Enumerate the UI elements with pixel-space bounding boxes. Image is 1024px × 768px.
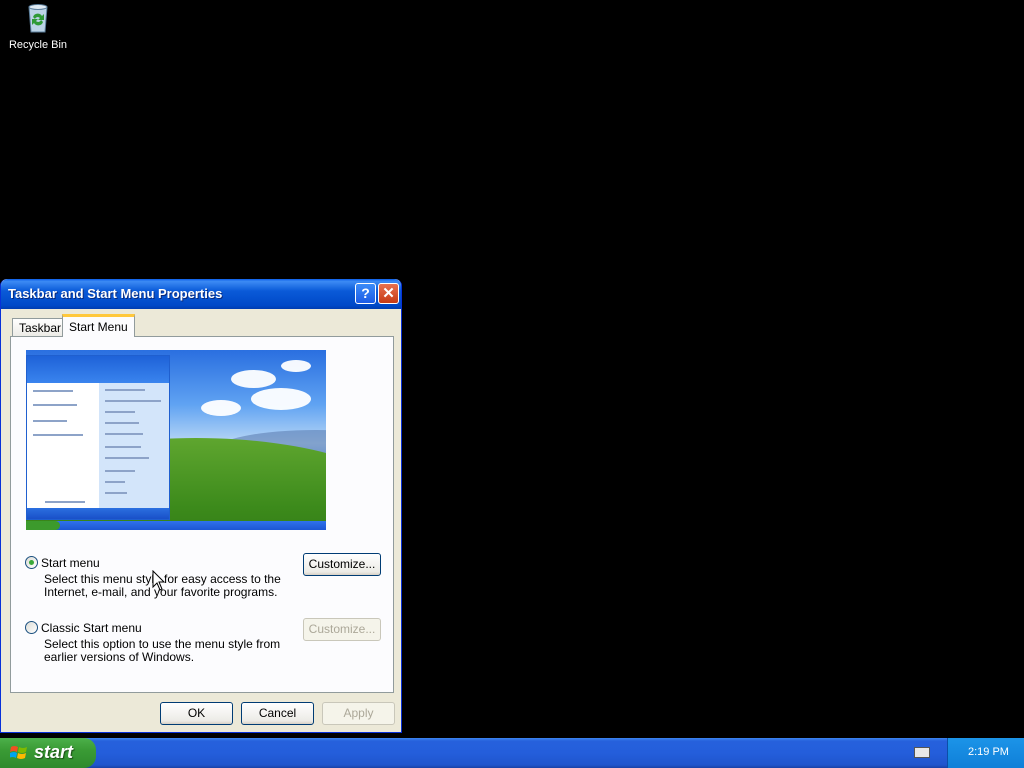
customize-start-menu-button[interactable]: Customize... xyxy=(303,553,381,576)
classic-start-menu-description: Select this option to use the menu style… xyxy=(44,637,281,664)
help-button[interactable]: ? xyxy=(355,283,376,304)
recycle-bin-label: Recycle Bin xyxy=(8,39,68,51)
close-button[interactable]: ✕ xyxy=(378,283,399,304)
start-menu-label[interactable]: Start menu xyxy=(41,556,100,570)
classic-start-menu-radio[interactable] xyxy=(25,621,38,634)
mouse-cursor-icon xyxy=(152,569,166,595)
taskbar: start 2:19 PM xyxy=(0,738,1024,768)
start-menu-preview-image xyxy=(26,350,326,530)
start-button[interactable]: start xyxy=(0,738,96,768)
apply-button[interactable]: Apply xyxy=(322,702,395,725)
clock[interactable]: 2:19 PM xyxy=(968,746,1009,758)
customize-classic-start-menu-button[interactable]: Customize... xyxy=(303,618,381,641)
tab-start-menu[interactable]: Start Menu xyxy=(62,314,135,337)
taskbar-start-menu-properties-dialog: Taskbar and Start Menu Properties ? ✕ Ta… xyxy=(0,279,402,733)
window-title: Taskbar and Start Menu Properties xyxy=(8,286,223,301)
start-menu-tab-panel: Start menu Select this menu style for ea… xyxy=(10,336,394,693)
start-menu-radio[interactable] xyxy=(25,556,38,569)
recycle-bin-icon xyxy=(22,2,54,34)
recycle-bin-desktop-icon[interactable]: Recycle Bin xyxy=(4,2,72,51)
classic-start-menu-label[interactable]: Classic Start menu xyxy=(41,621,142,635)
cancel-button[interactable]: Cancel xyxy=(241,702,314,725)
help-icon: ? xyxy=(361,285,370,301)
close-icon: ✕ xyxy=(382,285,395,302)
start-label: start xyxy=(34,742,74,762)
tab-taskbar[interactable]: Taskbar xyxy=(12,318,69,336)
windows-flag-icon xyxy=(9,745,28,761)
title-bar[interactable]: Taskbar and Start Menu Properties ? ✕ xyxy=(1,279,401,309)
mini-start-menu-preview xyxy=(26,355,170,520)
ok-button[interactable]: OK xyxy=(160,702,233,725)
keyboard-icon[interactable] xyxy=(914,747,930,758)
